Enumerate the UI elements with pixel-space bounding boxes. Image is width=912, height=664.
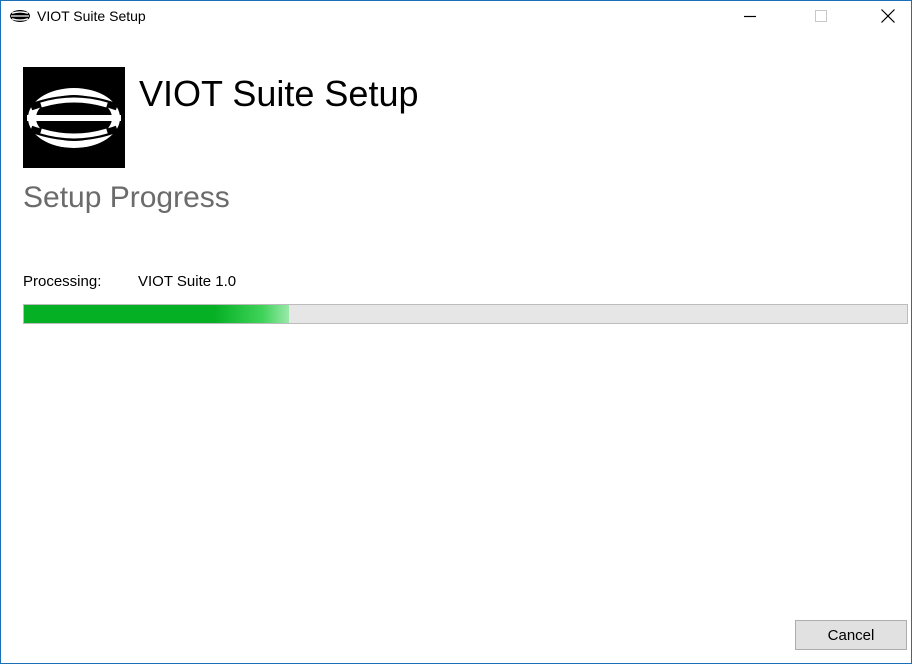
- progress-fill: [24, 305, 289, 323]
- maximize-button[interactable]: [798, 1, 844, 31]
- minimize-icon: [744, 10, 756, 22]
- title-bar[interactable]: VIOT Suite Setup: [1, 1, 911, 31]
- app-icon: [9, 9, 31, 23]
- section-title: Setup Progress: [23, 181, 230, 214]
- progress-bar: [23, 304, 908, 324]
- close-button[interactable]: [865, 1, 911, 31]
- processing-label: Processing:: [23, 273, 102, 290]
- processing-value: VIOT Suite 1.0: [138, 273, 237, 290]
- maximize-icon: [815, 10, 827, 22]
- globe-logo-icon: [23, 67, 125, 168]
- app-title: VIOT Suite Setup: [139, 73, 419, 114]
- close-icon: [881, 9, 895, 23]
- cancel-button[interactable]: Cancel: [795, 620, 907, 650]
- setup-window: VIOT Suite Setup VIOT Suite Setup Setup …: [0, 0, 912, 664]
- minimize-button[interactable]: [727, 1, 773, 31]
- window-title: VIOT Suite Setup: [37, 8, 146, 24]
